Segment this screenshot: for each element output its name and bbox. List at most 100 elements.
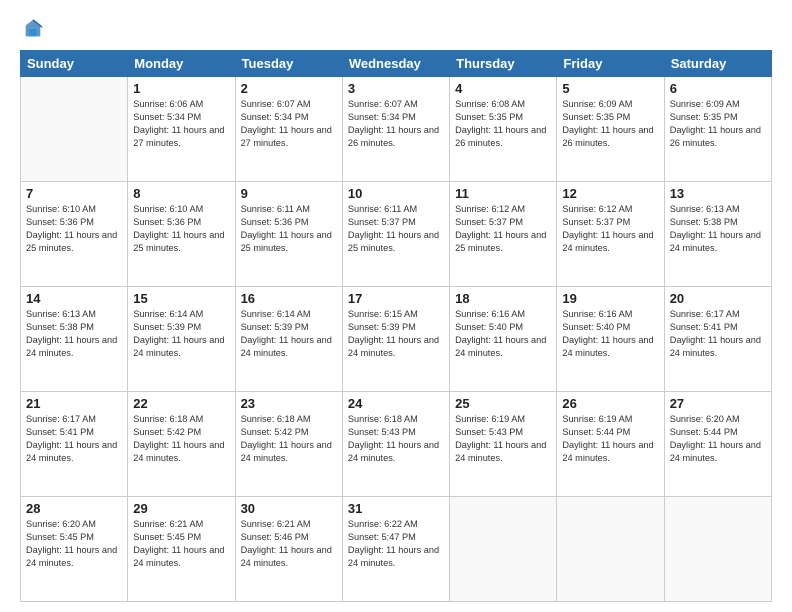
- calendar-cell: 11 Sunrise: 6:12 AMSunset: 5:37 PMDayligh…: [450, 182, 557, 287]
- day-number: 31: [348, 501, 444, 516]
- day-number: 21: [26, 396, 122, 411]
- day-number: 7: [26, 186, 122, 201]
- calendar-cell: [557, 497, 664, 602]
- day-number: 3: [348, 81, 444, 96]
- logo: [20, 18, 44, 40]
- calendar-cell: 8Sunrise: 6:10 AMSunset: 5:36 PMDaylight…: [128, 182, 235, 287]
- logo-icon: [22, 18, 44, 40]
- day-info: Sunrise: 6:21 AMSunset: 5:46 PMDaylight:…: [241, 518, 337, 570]
- calendar-header-thursday: Thursday: [450, 51, 557, 77]
- day-info: Sunrise: 6:21 AMSunset: 5:45 PMDaylight:…: [133, 518, 229, 570]
- day-info: Sunrise: 6:20 AMSunset: 5:45 PMDaylight:…: [26, 518, 122, 570]
- day-number: 27: [670, 396, 766, 411]
- day-number: 23: [241, 396, 337, 411]
- calendar-cell: [450, 497, 557, 602]
- calendar-cell: 21 Sunrise: 6:17 AMSunset: 5:41 PMDayligh…: [21, 392, 128, 497]
- calendar-header-friday: Friday: [557, 51, 664, 77]
- calendar-cell: 13Sunrise: 6:13 AMSunset: 5:38 PMDayligh…: [664, 182, 771, 287]
- day-number: 24: [348, 396, 444, 411]
- day-number: 10: [348, 186, 444, 201]
- day-info: Sunrise: 6:09 AMSunset: 5:35 PMDaylight:…: [562, 98, 658, 150]
- day-number: 18: [455, 291, 551, 306]
- day-info: Sunrise: 6:19 AMSunset: 5:43 PMDaylight:…: [455, 413, 551, 465]
- calendar-cell: 5 Sunrise: 6:09 AMSunset: 5:35 PMDaylight…: [557, 77, 664, 182]
- day-number: 1: [133, 81, 229, 96]
- calendar-cell: 30 Sunrise: 6:21 AMSunset: 5:46 PMDayligh…: [235, 497, 342, 602]
- day-info: Sunrise: 6:16 AMSunset: 5:40 PMDaylight:…: [562, 308, 658, 360]
- calendar-cell: 17 Sunrise: 6:15 AMSunset: 5:39 PMDayligh…: [342, 287, 449, 392]
- day-info: Sunrise: 6:22 AMSunset: 5:47 PMDaylight:…: [348, 518, 444, 570]
- calendar-cell: 7Sunrise: 6:10 AMSunset: 5:36 PMDaylight…: [21, 182, 128, 287]
- day-info: Sunrise: 6:20 AMSunset: 5:44 PMDaylight:…: [670, 413, 766, 465]
- calendar-cell: 26 Sunrise: 6:19 AMSunset: 5:44 PMDayligh…: [557, 392, 664, 497]
- day-info: Sunrise: 6:11 AMSunset: 5:37 PMDaylight:…: [348, 203, 444, 255]
- day-info: Sunrise: 6:09 AMSunset: 5:35 PMDaylight:…: [670, 98, 766, 150]
- calendar-cell: 25 Sunrise: 6:19 AMSunset: 5:43 PMDayligh…: [450, 392, 557, 497]
- day-number: 28: [26, 501, 122, 516]
- calendar-cell: 1 Sunrise: 6:06 AMSunset: 5:34 PMDaylight…: [128, 77, 235, 182]
- calendar-cell: 3 Sunrise: 6:07 AMSunset: 5:34 PMDaylight…: [342, 77, 449, 182]
- calendar-cell: 15 Sunrise: 6:14 AMSunset: 5:39 PMDayligh…: [128, 287, 235, 392]
- calendar-cell: 28 Sunrise: 6:20 AMSunset: 5:45 PMDayligh…: [21, 497, 128, 602]
- calendar-header-saturday: Saturday: [664, 51, 771, 77]
- day-number: 14: [26, 291, 122, 306]
- day-info: Sunrise: 6:18 AMSunset: 5:42 PMDaylight:…: [133, 413, 229, 465]
- day-info: Sunrise: 6:07 AMSunset: 5:34 PMDaylight:…: [348, 98, 444, 150]
- day-number: 12: [562, 186, 658, 201]
- day-info: Sunrise: 6:17 AMSunset: 5:41 PMDaylight:…: [670, 308, 766, 360]
- day-number: 13: [670, 186, 766, 201]
- calendar-cell: 10 Sunrise: 6:11 AMSunset: 5:37 PMDayligh…: [342, 182, 449, 287]
- calendar-cell: 18 Sunrise: 6:16 AMSunset: 5:40 PMDayligh…: [450, 287, 557, 392]
- day-number: 17: [348, 291, 444, 306]
- calendar-header-row: SundayMondayTuesdayWednesdayThursdayFrid…: [21, 51, 772, 77]
- calendar-table: SundayMondayTuesdayWednesdayThursdayFrid…: [20, 50, 772, 602]
- day-info: Sunrise: 6:12 AMSunset: 5:37 PMDaylight:…: [562, 203, 658, 255]
- calendar-header-tuesday: Tuesday: [235, 51, 342, 77]
- day-number: 6: [670, 81, 766, 96]
- day-number: 16: [241, 291, 337, 306]
- day-number: 5: [562, 81, 658, 96]
- day-info: Sunrise: 6:17 AMSunset: 5:41 PMDaylight:…: [26, 413, 122, 465]
- calendar-cell: 2 Sunrise: 6:07 AMSunset: 5:34 PMDaylight…: [235, 77, 342, 182]
- calendar-cell: 24 Sunrise: 6:18 AMSunset: 5:43 PMDayligh…: [342, 392, 449, 497]
- calendar-cell: 14 Sunrise: 6:13 AMSunset: 5:38 PMDayligh…: [21, 287, 128, 392]
- calendar-header-sunday: Sunday: [21, 51, 128, 77]
- calendar-cell: 20 Sunrise: 6:17 AMSunset: 5:41 PMDayligh…: [664, 287, 771, 392]
- calendar-cell: [664, 497, 771, 602]
- day-info: Sunrise: 6:06 AMSunset: 5:34 PMDaylight:…: [133, 98, 229, 150]
- day-info: Sunrise: 6:18 AMSunset: 5:43 PMDaylight:…: [348, 413, 444, 465]
- calendar-week-1: 1 Sunrise: 6:06 AMSunset: 5:34 PMDaylight…: [21, 77, 772, 182]
- day-number: 25: [455, 396, 551, 411]
- day-number: 11: [455, 186, 551, 201]
- day-info: Sunrise: 6:12 AMSunset: 5:37 PMDaylight:…: [455, 203, 551, 255]
- calendar-header-monday: Monday: [128, 51, 235, 77]
- day-number: 30: [241, 501, 337, 516]
- calendar-cell: 22Sunrise: 6:18 AMSunset: 5:42 PMDayligh…: [128, 392, 235, 497]
- day-number: 15: [133, 291, 229, 306]
- calendar-cell: 29 Sunrise: 6:21 AMSunset: 5:45 PMDayligh…: [128, 497, 235, 602]
- calendar-cell: 16 Sunrise: 6:14 AMSunset: 5:39 PMDayligh…: [235, 287, 342, 392]
- day-number: 29: [133, 501, 229, 516]
- day-info: Sunrise: 6:08 AMSunset: 5:35 PMDaylight:…: [455, 98, 551, 150]
- day-number: 2: [241, 81, 337, 96]
- day-info: Sunrise: 6:15 AMSunset: 5:39 PMDaylight:…: [348, 308, 444, 360]
- day-info: Sunrise: 6:13 AMSunset: 5:38 PMDaylight:…: [26, 308, 122, 360]
- day-number: 26: [562, 396, 658, 411]
- day-info: Sunrise: 6:18 AMSunset: 5:42 PMDaylight:…: [241, 413, 337, 465]
- calendar-cell: 19Sunrise: 6:16 AMSunset: 5:40 PMDayligh…: [557, 287, 664, 392]
- day-number: 20: [670, 291, 766, 306]
- day-info: Sunrise: 6:07 AMSunset: 5:34 PMDaylight:…: [241, 98, 337, 150]
- calendar-cell: [21, 77, 128, 182]
- calendar-cell: 9Sunrise: 6:11 AMSunset: 5:36 PMDaylight…: [235, 182, 342, 287]
- day-info: Sunrise: 6:11 AMSunset: 5:36 PMDaylight:…: [241, 203, 337, 255]
- calendar-header-wednesday: Wednesday: [342, 51, 449, 77]
- calendar-cell: 31 Sunrise: 6:22 AMSunset: 5:47 PMDayligh…: [342, 497, 449, 602]
- day-info: Sunrise: 6:19 AMSunset: 5:44 PMDaylight:…: [562, 413, 658, 465]
- calendar-week-5: 28 Sunrise: 6:20 AMSunset: 5:45 PMDayligh…: [21, 497, 772, 602]
- calendar-week-4: 21 Sunrise: 6:17 AMSunset: 5:41 PMDayligh…: [21, 392, 772, 497]
- day-info: Sunrise: 6:16 AMSunset: 5:40 PMDaylight:…: [455, 308, 551, 360]
- day-number: 4: [455, 81, 551, 96]
- day-info: Sunrise: 6:14 AMSunset: 5:39 PMDaylight:…: [241, 308, 337, 360]
- day-info: Sunrise: 6:10 AMSunset: 5:36 PMDaylight:…: [133, 203, 229, 255]
- day-info: Sunrise: 6:14 AMSunset: 5:39 PMDaylight:…: [133, 308, 229, 360]
